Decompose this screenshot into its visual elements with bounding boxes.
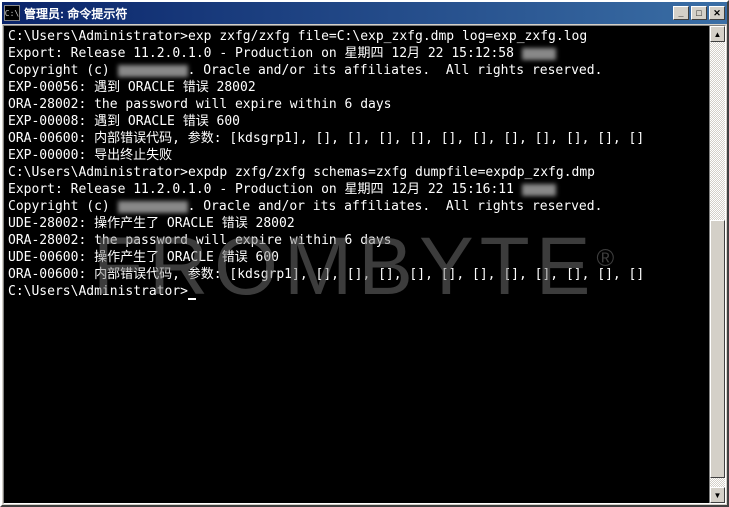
window-title: 管理员: 命令提示符 bbox=[24, 5, 673, 22]
redacted-text bbox=[118, 201, 188, 213]
cursor-icon bbox=[188, 298, 196, 300]
scroll-up-button[interactable]: ▲ bbox=[710, 26, 725, 42]
scroll-down-button[interactable]: ▼ bbox=[710, 487, 725, 503]
output-line: UDE-00600: 操作产生了 ORACLE 错误 600 bbox=[8, 249, 705, 266]
output-line: ORA-28002: the password will expire with… bbox=[8, 232, 705, 249]
redacted-text bbox=[118, 65, 188, 77]
output-line: Export: Release 11.2.0.1.0 - Production … bbox=[8, 181, 705, 198]
output-line: Export: Release 11.2.0.1.0 - Production … bbox=[8, 45, 705, 62]
output-line: C:\Users\Administrator>expdp zxfg/zxfg s… bbox=[8, 164, 705, 181]
output-line: Copyright (c) . Oracle and/or its affili… bbox=[8, 62, 705, 79]
scroll-track[interactable] bbox=[710, 42, 725, 487]
titlebar[interactable]: C:\ 管理员: 命令提示符 _ □ ✕ bbox=[2, 2, 727, 24]
scroll-thumb[interactable] bbox=[710, 220, 725, 478]
window-controls: _ □ ✕ bbox=[673, 6, 725, 20]
client-area: C:\Users\Administrator>exp zxfg/zxfg fil… bbox=[3, 25, 726, 504]
output-line: ORA-00600: 内部错误代码, 参数: [kdsgrp1], [], []… bbox=[8, 130, 705, 147]
maximize-button[interactable]: □ bbox=[691, 6, 707, 20]
output-line: EXP-00056: 遇到 ORACLE 错误 28002 bbox=[8, 79, 705, 96]
output-line: EXP-00008: 遇到 ORACLE 错误 600 bbox=[8, 113, 705, 130]
output-line: C:\Users\Administrator> bbox=[8, 283, 705, 300]
output-line: EXP-00000: 导出终止失败 bbox=[8, 147, 705, 164]
terminal-output[interactable]: C:\Users\Administrator>exp zxfg/zxfg fil… bbox=[4, 26, 709, 503]
redacted-text bbox=[522, 184, 556, 196]
command-prompt-window: C:\ 管理员: 命令提示符 _ □ ✕ C:\Users\Administra… bbox=[0, 0, 729, 507]
redacted-text bbox=[522, 48, 556, 60]
output-line: UDE-28002: 操作产生了 ORACLE 错误 28002 bbox=[8, 215, 705, 232]
minimize-button[interactable]: _ bbox=[673, 6, 689, 20]
output-line: ORA-00600: 内部错误代码, 参数: [kdsgrp1], [], []… bbox=[8, 266, 705, 283]
close-button[interactable]: ✕ bbox=[709, 6, 725, 20]
output-line: C:\Users\Administrator>exp zxfg/zxfg fil… bbox=[8, 28, 705, 45]
app-icon: C:\ bbox=[4, 5, 20, 21]
output-line: Copyright (c) . Oracle and/or its affili… bbox=[8, 198, 705, 215]
output-line: ORA-28002: the password will expire with… bbox=[8, 96, 705, 113]
vertical-scrollbar[interactable]: ▲ ▼ bbox=[709, 26, 725, 503]
